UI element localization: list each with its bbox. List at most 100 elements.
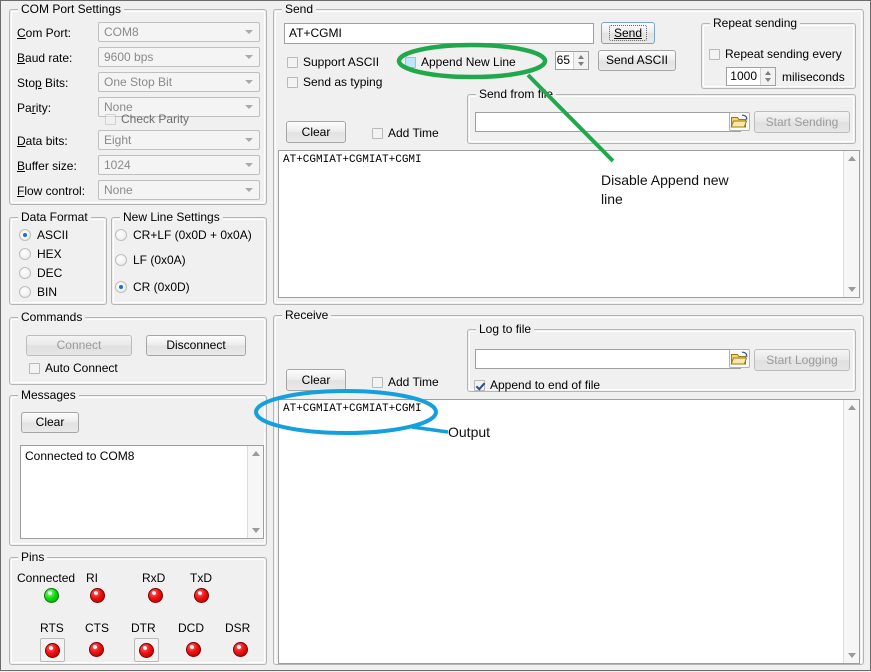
chevron-down-icon <box>245 188 253 192</box>
radio-lf[interactable]: LF (0x0A) <box>115 253 186 267</box>
spinner-down-icon[interactable] <box>578 62 584 66</box>
radio-dot <box>19 267 31 279</box>
repeat-interval-spinner[interactable]: 1000 <box>726 67 776 86</box>
label-parity: Parity: <box>17 101 51 115</box>
send-button[interactable]: Send <box>601 22 655 44</box>
send-file-browse-button[interactable] <box>729 112 750 131</box>
support-ascii-label: Support ASCII <box>303 55 379 69</box>
messages-log-text: Connected to COM8 <box>25 449 245 463</box>
messages-clear-button[interactable]: Clear <box>21 412 79 433</box>
connect-button[interactable]: Connect <box>26 335 132 356</box>
pin-label-rxd: RxD <box>142 571 165 585</box>
send-log[interactable]: AT+CGMIAT+CGMIAT+CGMI <box>278 150 860 298</box>
send-add-time-checkbox[interactable]: Add Time <box>372 126 439 140</box>
radio-hex-label: HEX <box>37 247 62 261</box>
radio-hex[interactable]: HEX <box>19 247 62 261</box>
send-log-scrollbar[interactable] <box>843 151 859 297</box>
pin-label-txd: TxD <box>190 571 212 585</box>
send-command-value: AT+CGMI <box>289 26 342 40</box>
append-new-line-checkbox[interactable]: Append New Line <box>405 55 516 69</box>
send-ascii-button[interactable]: Send ASCII <box>598 50 676 71</box>
disconnect-button[interactable]: Disconnect <box>146 335 246 356</box>
radio-ascii-label: ASCII <box>37 228 68 242</box>
send-clear-button[interactable]: Clear <box>286 121 346 143</box>
scroll-up-icon[interactable] <box>848 405 856 410</box>
pin-toggle-rts[interactable] <box>40 638 65 662</box>
append-to-end-of-file-checkbox[interactable]: Append to end of file <box>474 378 600 392</box>
repeat-sending-checkbox[interactable]: Repeat sending every <box>709 47 842 61</box>
new-line-settings-title: New Line Settings <box>120 211 223 223</box>
start-sending-button[interactable]: Start Sending <box>754 111 850 133</box>
log-file-path-input[interactable] <box>475 349 741 369</box>
check-parity-label: Check Parity <box>121 112 189 126</box>
auto-connect-checkbox[interactable]: Auto Connect <box>29 361 118 375</box>
radio-bin[interactable]: BIN <box>19 285 57 299</box>
checkbox-box <box>372 377 383 388</box>
send-as-typing-checkbox[interactable]: Send as typing <box>287 75 382 89</box>
chevron-down-icon <box>245 55 253 59</box>
radio-dec[interactable]: DEC <box>19 266 62 280</box>
receive-log-scrollbar[interactable] <box>843 400 859 663</box>
ascii-code-value: 65 <box>556 52 573 69</box>
pin-toggle-dtr[interactable] <box>134 638 159 662</box>
radio-dot <box>19 286 31 298</box>
receive-add-time-checkbox[interactable]: Add Time <box>372 375 439 389</box>
flow-control-value: None <box>104 183 133 197</box>
radio-cr[interactable]: CR (0x0D) <box>115 280 190 294</box>
check-parity-checkbox[interactable]: Check Parity <box>105 112 189 126</box>
log-file-browse-button[interactable] <box>729 349 750 368</box>
radio-crlf-label: CR+LF (0x0D + 0x0A) <box>133 228 252 242</box>
checkbox-box <box>405 57 416 68</box>
stop-bits-select[interactable]: One Stop Bit <box>98 72 260 92</box>
flow-control-select[interactable]: None <box>98 180 260 200</box>
spinner-buttons[interactable] <box>760 68 775 85</box>
scroll-up-icon[interactable] <box>252 451 260 456</box>
send-file-path-input[interactable] <box>475 112 741 132</box>
start-logging-button[interactable]: Start Logging <box>754 349 850 371</box>
label-data-bits: Data bits: <box>17 134 68 148</box>
messages-log[interactable]: Connected to COM8 <box>20 445 264 539</box>
scroll-down-icon[interactable] <box>848 287 856 292</box>
pin-label-dcd: DCD <box>178 621 204 635</box>
radio-ascii[interactable]: ASCII <box>19 228 68 242</box>
receive-log[interactable]: AT+CGMIAT+CGMIAT+CGMI <box>278 399 860 664</box>
chevron-down-icon <box>245 30 253 34</box>
connect-label: Connect <box>27 336 131 355</box>
receive-clear-label: Clear <box>287 370 345 390</box>
repeat-sending-title: Repeat sending <box>710 17 800 29</box>
radio-dot <box>19 229 31 241</box>
support-ascii-checkbox[interactable]: Support ASCII <box>287 55 379 69</box>
data-bits-select[interactable]: Eight <box>98 130 260 150</box>
checkbox-box <box>105 114 116 125</box>
scroll-up-icon[interactable] <box>848 156 856 161</box>
pin-label-ri: RI <box>86 571 98 585</box>
messages-title: Messages <box>18 389 79 401</box>
spinner-down-icon[interactable] <box>765 78 771 82</box>
pin-label-cts: CTS <box>85 621 109 635</box>
label-com-port: Com Port: <box>17 26 71 40</box>
com-port-select[interactable]: COM8 <box>98 22 260 42</box>
ascii-code-spinner[interactable]: 65 <box>555 51 589 70</box>
send-title: Send <box>282 3 316 15</box>
send-ascii-label: Send ASCII <box>599 51 675 70</box>
spinner-up-icon[interactable] <box>578 55 584 59</box>
checkbox-box <box>372 128 383 139</box>
buffer-size-select[interactable]: 1024 <box>98 155 260 175</box>
baud-rate-select[interactable]: 9600 bps <box>98 47 260 67</box>
scroll-down-icon[interactable] <box>848 653 856 658</box>
scroll-down-icon[interactable] <box>252 528 260 533</box>
checkbox-box <box>287 57 298 68</box>
radio-bin-label: BIN <box>37 285 57 299</box>
append-new-line-label: Append New Line <box>421 55 516 69</box>
com-port-settings-title: COM Port Settings <box>18 3 124 15</box>
checkbox-box <box>287 77 298 88</box>
radio-crlf[interactable]: CR+LF (0x0D + 0x0A) <box>115 228 252 242</box>
spinner-up-icon[interactable] <box>765 71 771 75</box>
spinner-buttons[interactable] <box>573 52 588 69</box>
messages-scrollbar[interactable] <box>247 446 263 538</box>
send-command-input[interactable]: AT+CGMI <box>284 23 594 44</box>
receive-clear-button[interactable]: Clear <box>286 369 346 391</box>
radio-dot <box>19 248 31 260</box>
pin-label-rts: RTS <box>40 621 64 635</box>
annotation-text-append-new-line: Disable Append new line <box>601 171 751 209</box>
